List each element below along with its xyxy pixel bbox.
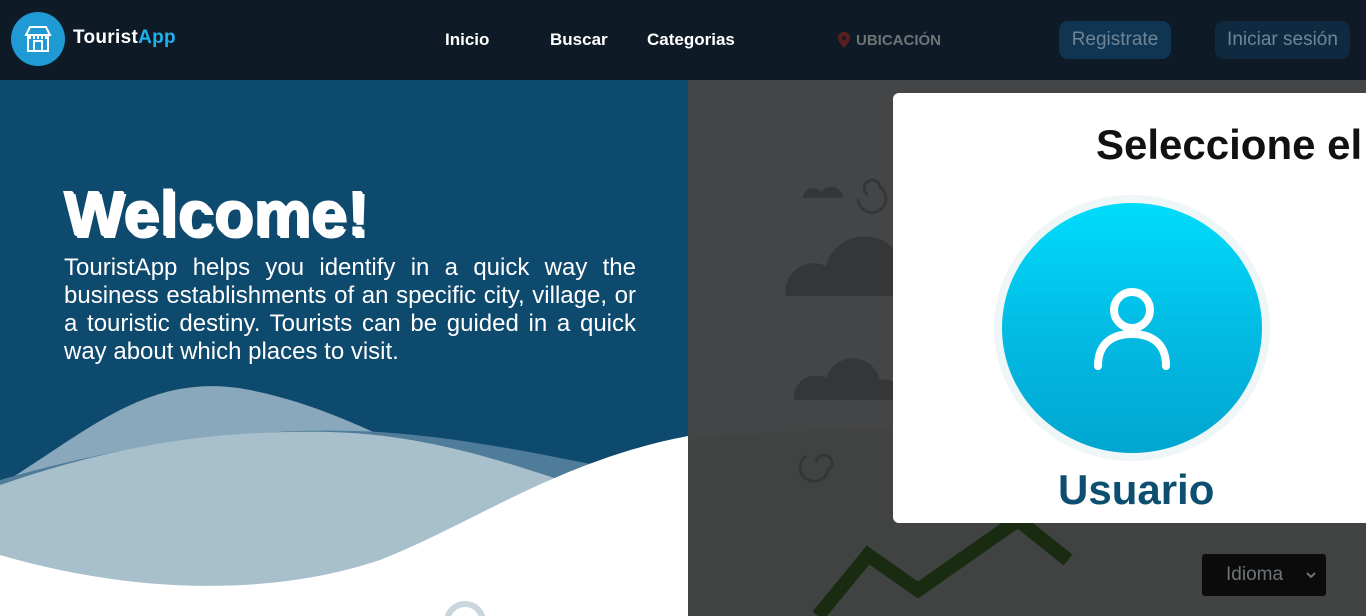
location-label: UBICACIÓN <box>856 31 941 49</box>
user-option-button[interactable] <box>1002 203 1262 453</box>
user-option-label[interactable]: Usuario <box>1058 466 1214 514</box>
nav-link-home[interactable]: Inicio <box>445 30 489 50</box>
language-select-value: Idioma <box>1226 564 1284 585</box>
app-logo[interactable] <box>11 12 65 66</box>
language-select[interactable]: Idioma <box>1202 554 1326 596</box>
register-button[interactable]: Registrate <box>1059 21 1171 59</box>
login-button[interactable]: Iniciar sesión <box>1215 21 1350 59</box>
brand-name-accent: App <box>138 27 176 48</box>
nav-link-categories[interactable]: Categorias <box>647 30 735 50</box>
hero-title: Welcome! <box>64 178 370 250</box>
brand-name-primary: Tourist <box>73 27 139 48</box>
hero-section: Welcome! TouristApp helps you identify i… <box>0 0 688 616</box>
map-pin-icon <box>838 32 850 48</box>
brand-name[interactable]: TouristApp <box>73 27 176 49</box>
nav-link-search[interactable]: Buscar <box>550 30 608 50</box>
hero-copy: Welcome! TouristApp helps you identify i… <box>64 180 636 366</box>
chevron-down-icon <box>1306 572 1316 579</box>
store-logo-icon <box>24 26 52 52</box>
user-icon <box>1094 288 1170 370</box>
hero-description: TouristApp helps you identify in a quick… <box>64 254 636 365</box>
location-button[interactable]: UBICACIÓN <box>838 24 941 56</box>
account-type-modal: Seleccione el t Usuario <box>893 93 1366 523</box>
top-navbar: TouristApp Inicio Buscar Categorias UBIC… <box>0 0 1366 80</box>
modal-title: Seleccione el t <box>1096 121 1366 168</box>
